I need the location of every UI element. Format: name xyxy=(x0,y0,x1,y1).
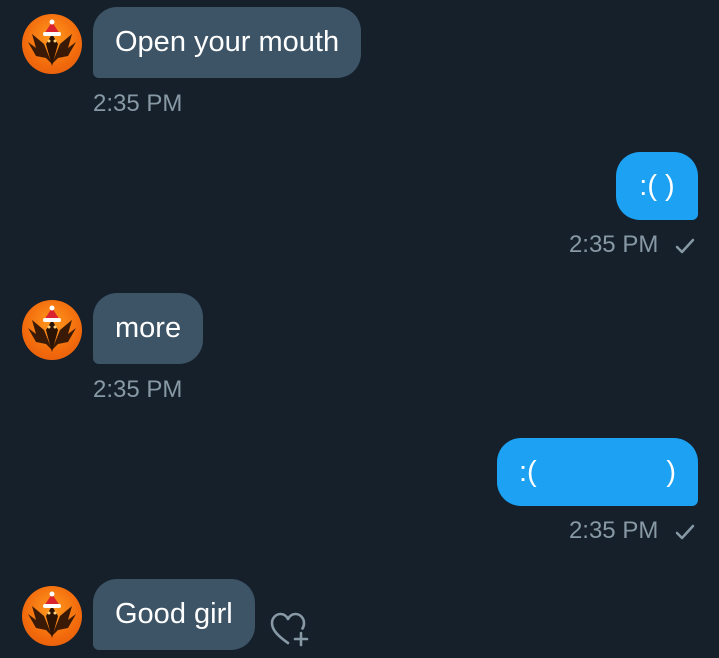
message-timestamp: 2:35 PM xyxy=(93,376,183,403)
message-text: :( ) xyxy=(639,169,675,202)
message-timestamp: 2:35 PM xyxy=(568,517,659,544)
avatar[interactable] xyxy=(22,300,82,360)
avatar[interactable] xyxy=(22,586,82,646)
phoenix-logo-icon xyxy=(28,305,76,352)
message-text: more xyxy=(115,312,182,344)
check-icon xyxy=(675,524,695,539)
phoenix-logo-icon xyxy=(28,19,76,66)
heart-plus-icon[interactable] xyxy=(268,609,312,649)
message-text: Open your mouth xyxy=(115,26,340,58)
message-bubble-outgoing[interactable]: :( ) xyxy=(497,438,698,506)
message-bubble-incoming[interactable]: more xyxy=(93,293,204,364)
message-timestamp: 2:35 PM xyxy=(568,231,659,258)
message-meta: 2:35 PM xyxy=(569,517,695,545)
message-bubble-outgoing[interactable]: :( ) xyxy=(616,152,698,220)
phoenix-logo-icon xyxy=(28,591,76,638)
avatar[interactable] xyxy=(22,14,82,74)
message-bubble-incoming[interactable]: Good girl xyxy=(93,579,255,650)
message-text: Good girl xyxy=(115,598,233,630)
message-bubble-incoming[interactable]: Open your mouth xyxy=(93,7,362,78)
message-text-left: :( xyxy=(519,455,537,488)
message-text-right: ) xyxy=(666,455,676,488)
message-timestamp: 2:35 PM xyxy=(93,90,183,117)
message-meta: 2:35 PM xyxy=(569,231,695,259)
check-icon xyxy=(675,238,695,253)
